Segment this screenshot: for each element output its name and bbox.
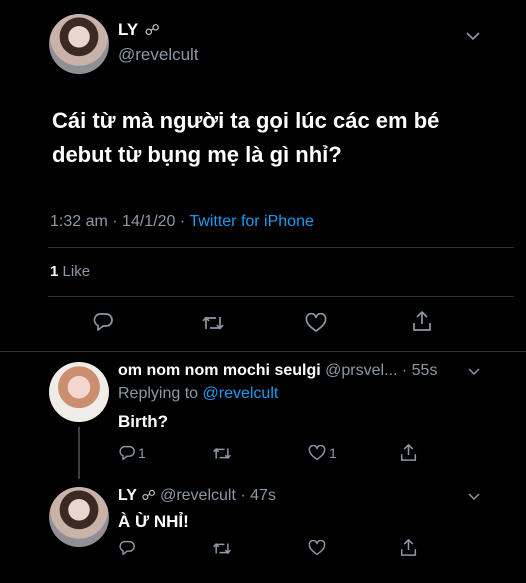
reply-count: 1 xyxy=(138,445,146,461)
share-icon[interactable] xyxy=(412,310,432,332)
separator: · xyxy=(401,362,408,379)
avatar[interactable] xyxy=(49,14,109,74)
display-name[interactable]: LY xyxy=(118,487,137,504)
retweet-icon[interactable] xyxy=(212,541,232,556)
reply-time: 47s xyxy=(250,487,276,504)
separator: · xyxy=(112,213,118,230)
reply-icon[interactable] xyxy=(118,540,136,556)
like-icon[interactable] xyxy=(308,540,326,556)
like-icon[interactable] xyxy=(308,445,326,461)
display-name[interactable]: LY xyxy=(118,20,138,39)
divider xyxy=(0,351,526,352)
retweet-icon[interactable] xyxy=(201,314,225,332)
chevron-down-icon[interactable] xyxy=(468,493,480,501)
reply-text: À Ừ NHỈ! xyxy=(118,512,189,531)
chevron-down-icon[interactable] xyxy=(466,32,480,41)
name-emoji-icon: ☍ xyxy=(144,22,160,39)
mention-link[interactable]: @revelcult xyxy=(203,385,279,402)
handle[interactable]: @revelcult xyxy=(118,45,199,65)
likes-label: Like xyxy=(62,263,91,280)
chevron-down-icon[interactable] xyxy=(468,368,480,376)
likes-count: 1 xyxy=(50,263,59,280)
separator: · xyxy=(240,487,246,504)
reply-time: 55s xyxy=(411,362,438,379)
separator: · xyxy=(179,213,186,230)
reply-icon[interactable] xyxy=(118,445,136,461)
thread-line xyxy=(78,427,80,479)
share-icon[interactable] xyxy=(400,443,417,462)
likes-summary[interactable]: 1 Like xyxy=(50,263,90,280)
share-icon[interactable] xyxy=(400,538,417,557)
tweet-source-link[interactable]: Twitter for iPhone xyxy=(189,213,314,230)
divider xyxy=(48,296,514,297)
avatar[interactable] xyxy=(49,487,109,547)
like-icon[interactable] xyxy=(305,313,327,333)
retweet-icon[interactable] xyxy=(212,446,232,461)
reply-text: Birth? xyxy=(118,412,169,431)
reply-icon[interactable] xyxy=(92,312,114,332)
divider xyxy=(48,247,514,248)
tweet-text-line-1: Cái từ mà người ta gọi lúc các em bé xyxy=(52,108,440,133)
replying-to: Replying to @revelcult xyxy=(118,385,278,403)
tweet-date: 14/1/20 xyxy=(122,213,176,230)
handle[interactable]: @prsvel... xyxy=(325,362,397,379)
like-count: 1 xyxy=(329,445,337,461)
name-emoji-icon: ☍ xyxy=(141,487,156,503)
tweet-time: 1:32 am xyxy=(50,213,108,230)
tweet-meta: 1:32 am · 14/1/20 · Twitter for iPhone xyxy=(50,213,314,231)
handle[interactable]: @revelcult xyxy=(160,487,236,504)
tweet-text: Cái từ mà người ta gọi lúc các em bé deb… xyxy=(52,104,512,172)
replying-label: Replying to xyxy=(118,385,199,402)
tweet-text-line-2: debut từ bụng mẹ là gì nhỉ? xyxy=(52,142,342,167)
avatar[interactable] xyxy=(49,362,109,422)
display-name[interactable]: om nom nom mochi seulgi xyxy=(118,362,321,379)
